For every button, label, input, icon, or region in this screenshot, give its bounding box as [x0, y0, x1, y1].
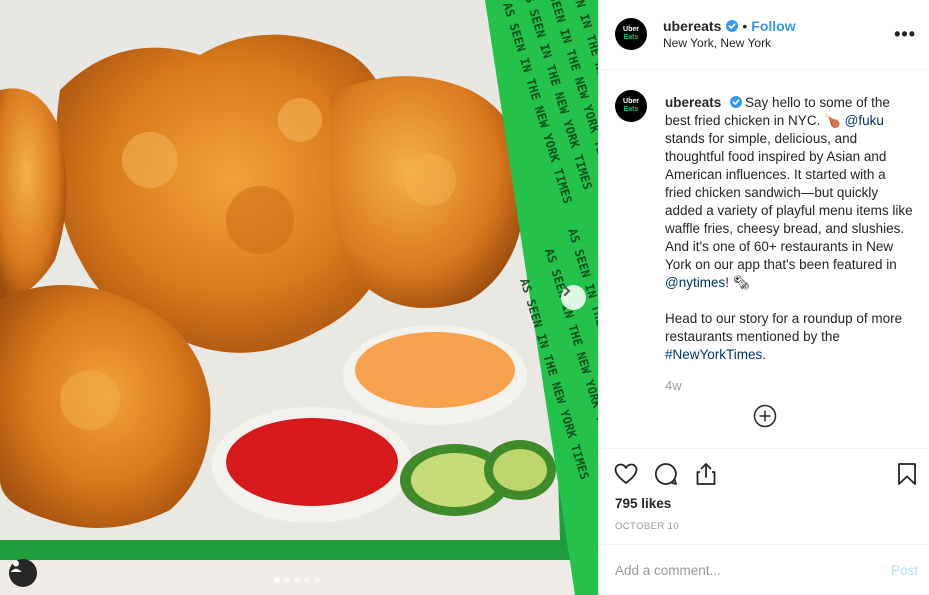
comment-icon[interactable] — [653, 461, 679, 487]
header-user-row: ubereats • Follow — [663, 18, 796, 34]
tagged-users-button[interactable] — [9, 559, 37, 587]
verified-badge-icon — [730, 96, 743, 108]
separator-dot: • — [742, 18, 748, 34]
carousel-dot — [294, 577, 300, 583]
add-comment-bar: Add a comment... Post — [599, 544, 929, 595]
username-link[interactable]: ubereats — [663, 18, 721, 34]
fried-chicken-photo: AS SEEN IN THE NEW YORK TIMES AS SEEN IN… — [0, 0, 598, 595]
caption-text-3: ! 🗞 — [725, 275, 750, 290]
chevron-right-icon — [564, 286, 571, 296]
mention-nytimes-link[interactable]: @nytimes — [665, 275, 725, 290]
caption-avatar[interactable]: Uber Eats — [615, 90, 647, 122]
post-comment-button[interactable]: Post — [891, 563, 918, 578]
avatar-logo-line1: Uber — [623, 98, 639, 105]
carousel-dot — [314, 577, 320, 583]
share-icon[interactable] — [693, 461, 719, 487]
caption-text-5: . — [762, 347, 767, 362]
post-sidebar: Uber Eats ubereats • Follow New York, Ne… — [598, 0, 929, 595]
avatar-logo-line1: Uber — [623, 26, 639, 33]
action-bar: 795 likes OCTOBER 10 — [599, 448, 929, 544]
caption-text: ubereats Say hello to some of the best f… — [665, 94, 915, 382]
verified-badge-icon — [726, 20, 739, 32]
carousel-indicator — [274, 577, 320, 583]
user-icon — [10, 560, 22, 572]
post-header: Uber Eats ubereats • Follow New York, Ne… — [599, 0, 929, 70]
carousel-dot — [274, 577, 280, 583]
hashtag-link[interactable]: #NewYorkTimes — [665, 347, 762, 362]
post-date[interactable]: OCTOBER 10 — [615, 521, 679, 532]
avatar[interactable]: Uber Eats — [615, 18, 647, 50]
carousel-next-button[interactable] — [561, 285, 586, 310]
carousel-dot — [304, 577, 310, 583]
caption-area: Uber Eats ubereats Say hello to some of … — [599, 70, 929, 448]
caption-username[interactable]: ubereats — [665, 95, 721, 110]
carousel-dot — [284, 577, 290, 583]
bookmark-icon[interactable] — [894, 461, 920, 487]
caption-text-4: Head to our story for a roundup of more … — [665, 311, 903, 344]
avatar-logo-line2: Eats — [623, 34, 639, 41]
caption-age: 4w — [665, 378, 682, 393]
post-image[interactable]: AS SEEN IN THE NEW YORK TIMES AS SEEN IN… — [0, 0, 598, 595]
caption-text-2: stands for simple, delicious, and though… — [665, 131, 913, 272]
mention-fuku-link[interactable]: @fuku — [845, 113, 884, 128]
avatar-logo-line2: Eats — [623, 106, 639, 113]
load-more-comments-icon[interactable] — [753, 404, 777, 428]
location-link[interactable]: New York, New York — [663, 36, 771, 50]
caption-paragraph-2: Head to our story for a roundup of more … — [665, 310, 915, 364]
more-options-button[interactable]: ••• — [894, 24, 916, 45]
comment-input[interactable]: Add a comment... — [615, 563, 721, 578]
follow-button[interactable]: Follow — [751, 18, 795, 34]
heart-icon[interactable] — [613, 461, 639, 487]
likes-count[interactable]: 795 likes — [615, 496, 671, 511]
caption-paragraph-1: ubereats Say hello to some of the best f… — [665, 94, 915, 292]
